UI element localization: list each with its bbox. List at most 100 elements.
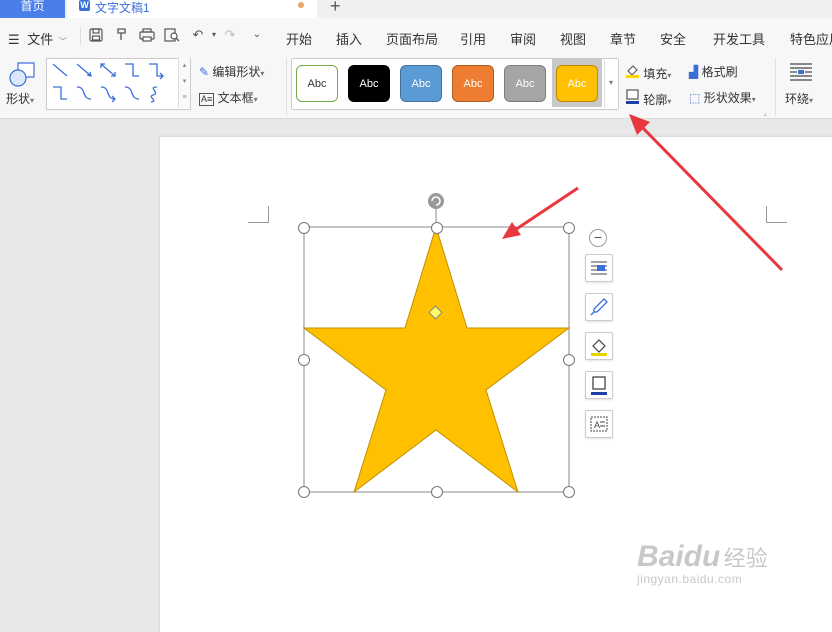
unsaved-dot-icon [298,2,304,8]
margin-corner-mark [766,206,787,223]
textbox-label: 文本框 [217,91,254,105]
tab-document[interactable]: W 文字文稿1 [67,0,317,18]
menu-developer[interactable]: 开发工具 [713,29,765,48]
outline-label: 轮廓 [643,93,668,107]
star-shape[interactable] [302,225,571,494]
layout-options-button[interactable] [585,254,613,282]
resize-handle-top-right[interactable] [563,222,575,234]
style-swatch-6[interactable]: Abc [556,65,598,102]
ribbon-separator [286,58,287,116]
shape-gallery-icon[interactable] [8,62,38,90]
textbox-button[interactable]: A≡ 文本框▾ [199,89,258,106]
tab-home[interactable]: 首页 [0,0,65,18]
resize-handle-bottom-right[interactable] [563,486,575,498]
undo-dropdown-icon[interactable]: ▾ [206,28,222,42]
shape-button[interactable]: 形状▾ [6,90,34,107]
file-menu[interactable]: ☰ 文件 ﹀ [8,29,67,48]
resize-handle-left[interactable] [298,354,310,366]
resize-handle-bottom[interactable] [431,486,443,498]
print-icon[interactable] [139,28,155,42]
menu-review[interactable]: 审阅 [510,29,536,48]
chevron-down-icon: ▾ [667,97,672,106]
dialog-launcher-icon[interactable]: ⌟ [763,108,767,117]
shape-label: 形状 [6,92,31,106]
chevron-down-icon: ▾ [260,69,265,78]
wrap-button[interactable]: 环绕▾ [785,90,813,107]
line-shapes-gallery[interactable] [46,58,191,110]
menu-start[interactable]: 开始 [286,29,312,48]
menu-security[interactable]: 安全 [660,29,686,48]
resize-handle-top[interactable] [431,222,443,234]
chevron-down-icon: ▾ [809,96,814,105]
menu-divider [80,27,81,45]
gallery-more-icon[interactable]: ≡ [179,90,190,106]
watermark-brand: Baidu [637,540,721,573]
file-menu-label: 文件 [27,32,54,47]
edit-shape-label: 编辑形状 [212,65,261,79]
style-swatch-1[interactable]: Abc [296,65,338,102]
style-swatch-5[interactable]: Abc [504,65,546,102]
connector-lines-icon [52,63,164,103]
menu-references[interactable]: 引用 [460,29,486,48]
outline-icon [591,376,607,395]
side-textbox-button[interactable]: A [585,410,613,438]
style-swatch-4[interactable]: Abc [452,65,494,102]
side-outline-button[interactable] [585,371,613,399]
shape-style-button[interactable] [585,293,613,321]
chevron-down-icon: ▾ [667,71,672,80]
redo-icon[interactable]: ↷ [222,28,238,42]
menu-featured-apps[interactable]: 特色应用 [790,29,832,48]
fill-label: 填充 [643,67,668,81]
shape-selection[interactable] [296,190,586,505]
shape-effect-button[interactable]: ⬚ 形状效果▾ [689,89,756,106]
wrap-text-icon[interactable] [789,62,813,84]
print-preview-icon[interactable] [164,28,180,42]
shape-effect-label: 形状效果 [703,91,752,105]
watermark-url: jingyan.baidu.com [637,572,743,586]
gallery-scrollbar[interactable]: ▴ ▾ ≡ [178,58,190,108]
format-painter-icon[interactable] [114,28,130,42]
menu-page-layout[interactable]: 页面布局 [386,29,438,48]
scroll-up-icon[interactable]: ▴ [179,58,190,74]
customize-toolbar-icon[interactable]: ⌄ [249,28,265,42]
rotate-handle-icon[interactable] [428,193,444,209]
edit-shape-icon: ✎ [199,65,210,79]
brush-icon [590,298,608,316]
baidu-watermark: Baidu 经验 jingyan.baidu.com [637,540,768,586]
format-brush-button[interactable]: ▟ 格式刷 [689,63,738,80]
resize-handle-top-left[interactable] [298,222,310,234]
menu-view[interactable]: 视图 [560,29,586,48]
style-swatch-3[interactable]: Abc [400,65,442,102]
style-gallery-expand-icon[interactable]: ▾ [604,58,617,108]
edit-shape-button[interactable]: ✎ 编辑形状▾ [199,63,264,80]
side-fill-button[interactable] [585,332,613,360]
document-title: 文字文稿1 [95,1,150,15]
style-swatch-2[interactable]: Abc [348,65,390,102]
format-brush-label: 格式刷 [701,65,738,79]
collapse-toolbar-icon[interactable]: − [589,229,607,247]
ribbon-separator [775,58,776,116]
margin-corner-mark [248,206,269,223]
undo-icon[interactable]: ↶ [190,28,206,42]
save-icon[interactable] [88,28,104,42]
fill-bucket-icon [591,339,607,356]
chevron-down-icon: ﹀ [58,37,67,46]
textbox-icon: A≡ [199,93,215,106]
scroll-down-icon[interactable]: ▾ [179,74,190,90]
fill-bucket-icon [625,63,640,81]
shape-effect-icon: ⬚ [689,91,701,105]
fill-button[interactable]: 填充▾ [625,63,671,82]
menu-insert[interactable]: 插入 [336,29,362,48]
svg-text:A: A [594,420,600,430]
resize-handle-bottom-left[interactable] [298,486,310,498]
hamburger-icon: ☰ [8,32,20,47]
resize-handle-right[interactable] [563,354,575,366]
layout-options-icon [591,261,607,275]
watermark-brand-cn: 经验 [723,546,768,571]
chevron-down-icon: ▾ [751,95,756,104]
menu-section[interactable]: 章节 [610,29,636,48]
writer-doc-icon: W [79,0,90,11]
outline-button[interactable]: 轮廓▾ [625,89,671,108]
textbox-icon: A [590,416,608,432]
new-tab-button[interactable]: + [330,0,341,17]
